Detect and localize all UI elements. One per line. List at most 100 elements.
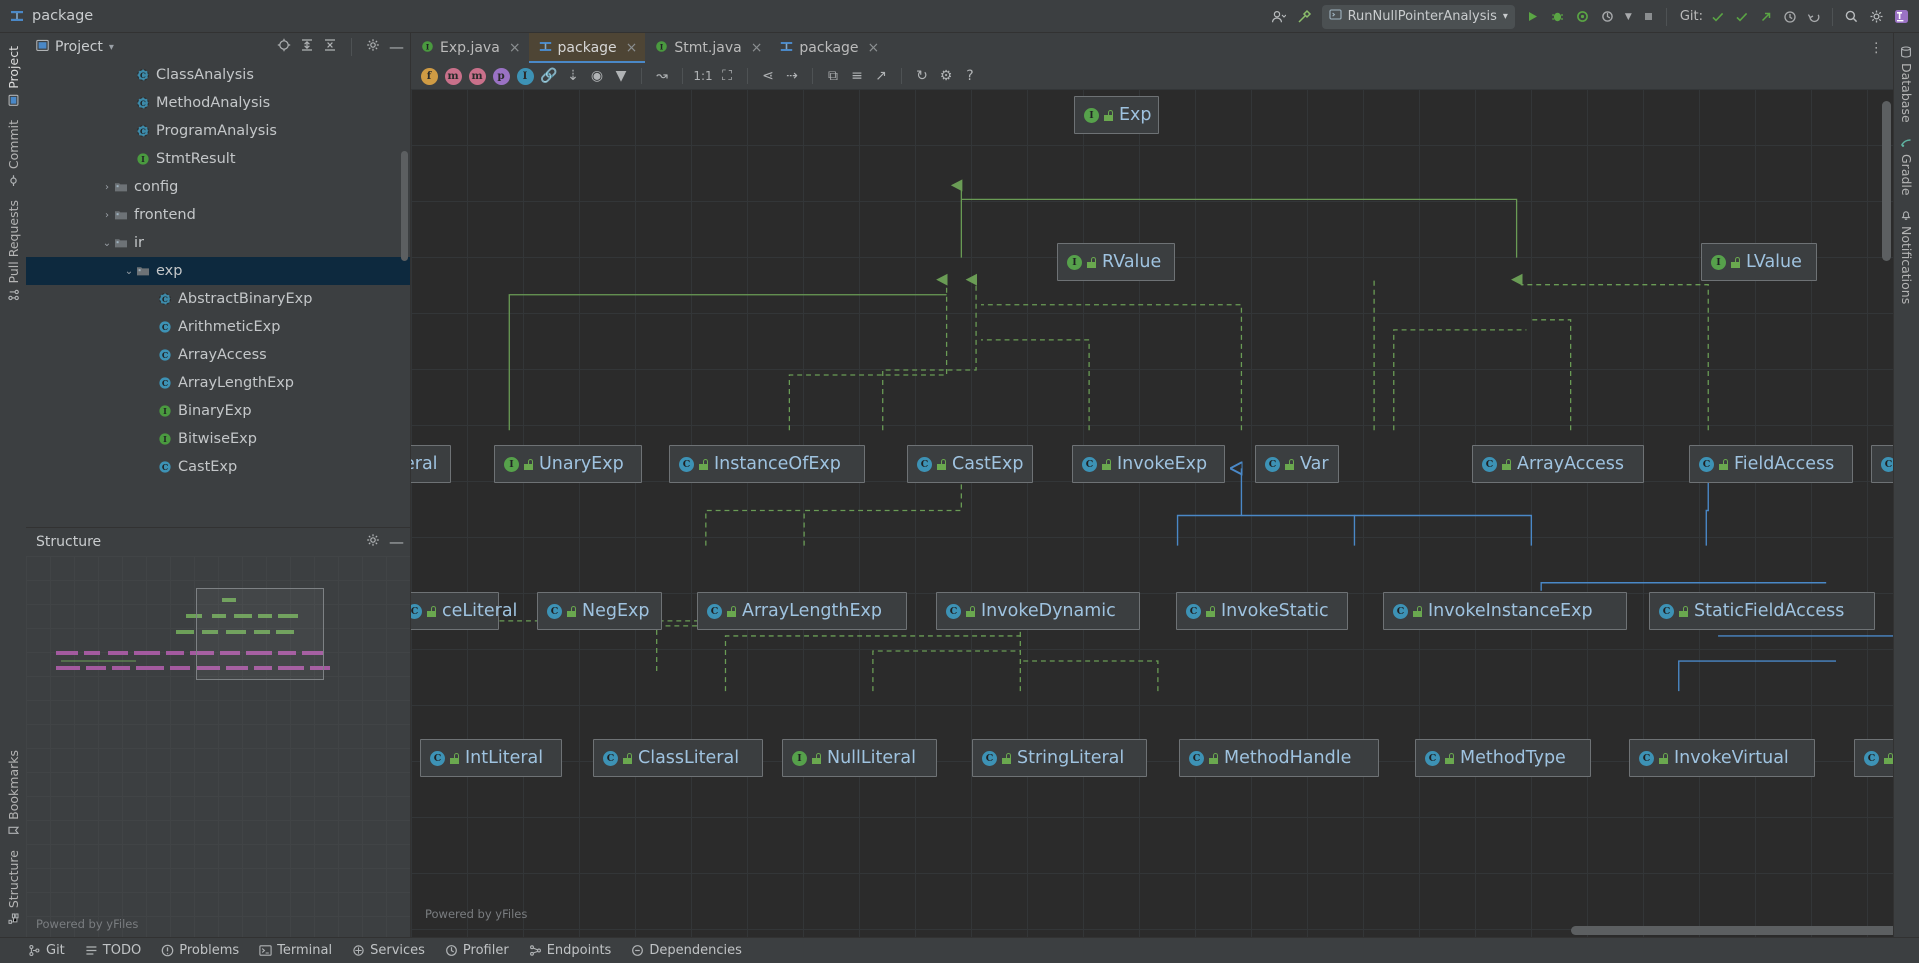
copy-diagram-icon[interactable]: ⧉ — [823, 66, 843, 86]
show-inner-classes-icon[interactable]: I — [515, 66, 535, 86]
diagram-settings-icon[interactable]: ⚙ — [936, 66, 956, 86]
fit-content-icon[interactable]: ⛶ — [717, 66, 737, 86]
stop-icon[interactable] — [1638, 5, 1659, 29]
gear-icon[interactable] — [1865, 5, 1888, 29]
editor-tab-package[interactable]: package × — [528, 33, 646, 63]
diagram-node-rvalue[interactable]: I RValue — [1057, 243, 1175, 281]
sidebar-item-bookmarks[interactable]: Bookmarks — [3, 743, 24, 843]
close-icon[interactable]: × — [868, 40, 880, 56]
tree-item-arrayaccess[interactable]: C ArrayAccess — [26, 341, 410, 369]
show-parents-icon[interactable]: ⋖ — [758, 66, 778, 86]
tree-expand-arrow[interactable]: › — [100, 182, 114, 193]
settings-gear-icon[interactable] — [366, 533, 380, 551]
tree-item-methodanalysis[interactable]: C MethodAnalysis — [26, 89, 410, 117]
sidebar-item-gradle[interactable]: Gradle — [1896, 130, 1917, 203]
tree-item-arraylengthexp[interactable]: C ArrayLengthExp — [26, 369, 410, 397]
chevron-down-icon[interactable]: ▾ — [109, 42, 114, 53]
arrow-up-right-icon[interactable] — [1755, 5, 1777, 29]
show-methods-icon[interactable]: m — [467, 66, 487, 86]
diagram-node-invokevirtual[interactable]: C InvokeVirtual — [1629, 739, 1815, 777]
tree-item-binaryexp[interactable]: I BinaryExp — [26, 397, 410, 425]
project-tree[interactable]: C ClassAnalysis C MethodAnalysis C ProgramAna… — [26, 61, 410, 527]
close-icon[interactable]: × — [626, 40, 638, 56]
diagram-node-eral[interactable]: Ieral — [411, 445, 451, 483]
diagram-node-unaryexp[interactable]: I UnaryExp — [494, 445, 642, 483]
more-options-icon[interactable]: ⋮ — [1870, 40, 1884, 56]
collapse-all-icon[interactable] — [323, 38, 337, 56]
hide-panel-icon[interactable]: — — [389, 535, 404, 550]
tree-expand-arrow[interactable]: ⌄ — [122, 266, 136, 277]
diagram-node-invokedynamic[interactable]: C InvokeDynamic — [936, 592, 1140, 630]
diagram-canvas[interactable]: I Exp I RValue I LValue Ieral I UnaryExp C Instanc… — [411, 89, 1893, 937]
hammer-icon[interactable] — [1292, 5, 1316, 29]
tree-item-frontend[interactable]: › frontend — [26, 201, 410, 229]
idea-icon[interactable] — [1890, 5, 1913, 29]
expand-all-icon[interactable] — [300, 38, 314, 56]
close-icon[interactable]: × — [509, 40, 521, 56]
diagram-node-exp[interactable]: I Exp — [1074, 96, 1159, 134]
diagram-node-methodhandle[interactable]: C MethodHandle — [1179, 739, 1379, 777]
diagram-node-intliteral[interactable]: C IntLiteral — [420, 739, 562, 777]
tree-item-arithmeticexp[interactable]: C ArithmeticExp — [26, 313, 410, 341]
settings-gear-icon[interactable] — [366, 38, 380, 56]
check-icon[interactable] — [1731, 5, 1753, 29]
diagram-node-var[interactable]: C Var — [1255, 445, 1339, 483]
tree-item-stmtresult[interactable]: I StmtResult — [26, 145, 410, 173]
tree-item-castexp[interactable]: C CastExp — [26, 453, 410, 481]
show-properties-icon[interactable]: p — [491, 66, 511, 86]
diagram-node-nullliteral[interactable]: I NullLiteral — [782, 739, 937, 777]
diagram-node-celiteral[interactable]: CceLiteral — [411, 592, 517, 630]
rollback-icon[interactable] — [1803, 5, 1825, 29]
sidebar-item-structure[interactable]: Structure — [3, 843, 24, 931]
debug-icon[interactable] — [1546, 5, 1569, 29]
diagram-node-lvalue[interactable]: I LValue — [1701, 243, 1817, 281]
diagram-node-classliteral[interactable]: C ClassLiteral — [593, 739, 763, 777]
status-item-problems[interactable]: Problems — [161, 943, 239, 958]
diagram-vertical-scrollbar[interactable] — [1882, 97, 1891, 917]
diagram-node-staticfieldaccess[interactable]: C StaticFieldAccess — [1649, 592, 1875, 630]
chevron-down-icon[interactable]: ▼ — [1621, 5, 1636, 29]
history-icon[interactable] — [1779, 5, 1801, 29]
run-icon[interactable] — [1521, 5, 1544, 29]
diagram-node-invokeexp[interactable]: C InvokeExp — [1072, 445, 1225, 483]
actual-size-icon[interactable]: 1:1 — [693, 66, 713, 86]
diagram-node-invokestatic[interactable]: C InvokeStatic — [1176, 592, 1348, 630]
hide-panel-icon[interactable]: — — [389, 40, 404, 55]
edge-style-icon[interactable]: ↝ — [652, 66, 672, 86]
structure-overview-canvas[interactable]: Powered by yFiles — [26, 556, 410, 937]
search-icon[interactable] — [1840, 5, 1863, 29]
diagram-node-castexp[interactable]: C CastExp — [907, 445, 1033, 483]
show-children-icon[interactable]: ⇢ — [782, 66, 802, 86]
status-item-services[interactable]: Services — [352, 943, 425, 958]
tree-item-exp[interactable]: ⌄ exp — [26, 257, 410, 285]
diagram-node-arraylengthexp[interactable]: C ArrayLengthExp — [697, 592, 907, 630]
diagram-node-negexp[interactable]: C NegExp — [537, 592, 662, 630]
editor-tab-stmt-java[interactable]: I Stmt.java × — [645, 33, 770, 63]
status-item-endpoints[interactable]: Endpoints — [529, 943, 611, 958]
status-item-todo[interactable]: TODO — [85, 943, 141, 958]
project-panel-title-group[interactable]: Project ▾ — [36, 39, 114, 56]
coverage-icon[interactable] — [1571, 5, 1594, 29]
tree-item-classanalysis[interactable]: C ClassAnalysis — [26, 61, 410, 89]
diagram-node-invokeinstanceexp[interactable]: C InvokeInstanceExp — [1383, 592, 1627, 630]
show-dependencies-icon[interactable]: 🔗 — [539, 66, 559, 86]
tree-expand-arrow[interactable]: ⌄ — [100, 238, 114, 249]
diagram-node-instanceofexp[interactable]: C InstanceOfExp — [669, 445, 865, 483]
editor-tab-exp-java[interactable]: I Exp.java × — [411, 33, 529, 63]
help-icon[interactable]: ? — [960, 66, 980, 86]
visibility-icon[interactable]: ◉ — [587, 66, 607, 86]
sort-icon[interactable]: ⇣ — [563, 66, 583, 86]
run-configuration-selector[interactable]: RunNullPointerAnalysis ▾ — [1321, 4, 1515, 29]
editor-tab-package[interactable]: package × — [770, 33, 887, 63]
profiler-icon[interactable] — [1596, 5, 1619, 29]
status-item-profiler[interactable]: Profiler — [445, 943, 509, 958]
export-icon[interactable]: ↗ — [871, 66, 891, 86]
show-constructors-icon[interactable]: m — [443, 66, 463, 86]
diagram-node-methodtype[interactable]: C MethodType — [1415, 739, 1591, 777]
tree-expand-arrow[interactable]: › — [100, 210, 114, 221]
tree-item-config[interactable]: › config — [26, 173, 410, 201]
sidebar-item-database[interactable]: Database — [1896, 39, 1917, 130]
check-icon[interactable] — [1707, 5, 1729, 29]
sidebar-item-project[interactable]: Project — [3, 39, 24, 113]
tree-item-programanalysis[interactable]: C ProgramAnalysis — [26, 117, 410, 145]
